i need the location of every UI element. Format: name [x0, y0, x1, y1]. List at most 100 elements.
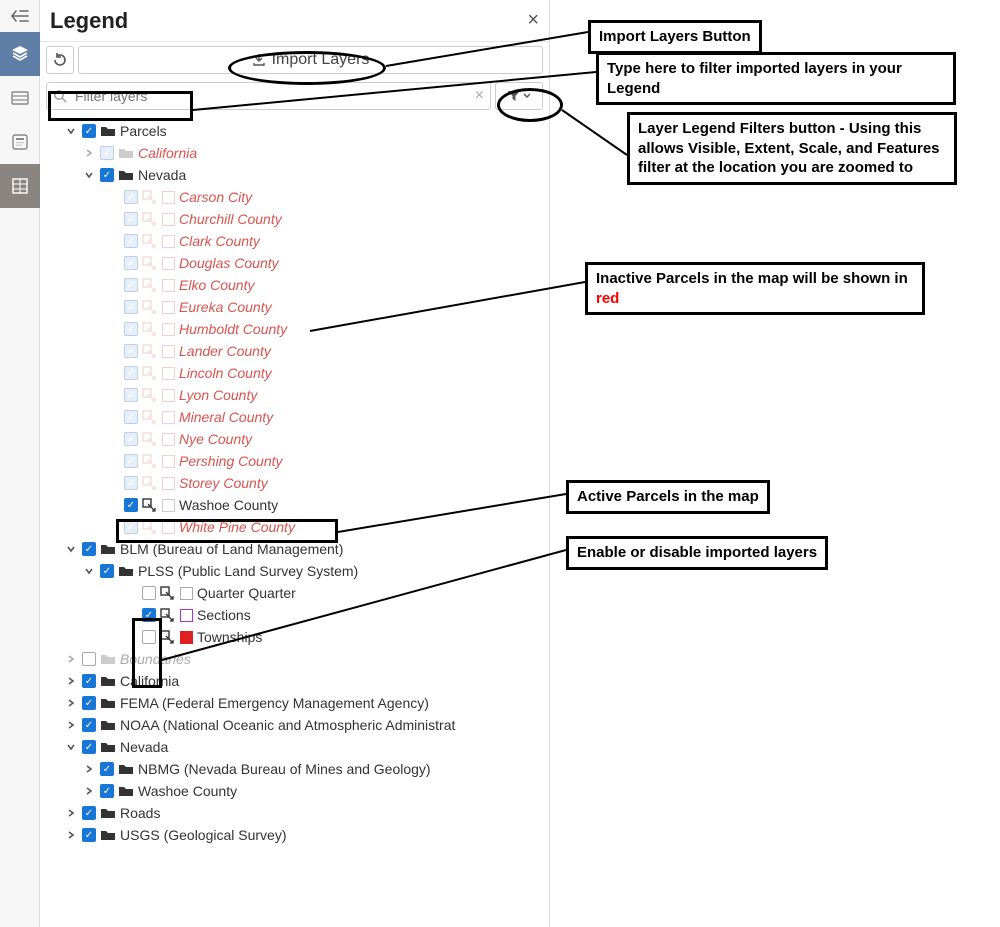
checkbox[interactable]: ✓	[124, 520, 138, 534]
chevron-right-icon[interactable]	[82, 786, 96, 796]
tree-county-inactive[interactable]: ✓Storey County	[42, 472, 545, 494]
checkbox[interactable]: ✓	[82, 124, 96, 138]
layers-icon-button[interactable]	[0, 32, 40, 76]
tree-county-inactive[interactable]: ✓Churchill County	[42, 208, 545, 230]
select-icon[interactable]	[142, 498, 158, 512]
tree-county-inactive[interactable]: ✓Nye County	[42, 428, 545, 450]
select-icon[interactable]	[142, 476, 158, 490]
chevron-down-icon[interactable]	[64, 544, 78, 554]
tree-plss[interactable]: ✓ PLSS (Public Land Survey System)	[42, 560, 545, 582]
tree-usgs[interactable]: ✓USGS (Geological Survey)	[42, 824, 545, 846]
tree-quarter[interactable]: Quarter Quarter	[42, 582, 545, 604]
select-icon[interactable]	[142, 344, 158, 358]
select-icon[interactable]	[160, 608, 176, 622]
select-icon[interactable]	[142, 410, 158, 424]
checkbox[interactable]	[142, 586, 156, 600]
checkbox[interactable]: ✓	[82, 674, 96, 688]
select-icon[interactable]	[142, 234, 158, 248]
checkbox[interactable]: ✓	[82, 718, 96, 732]
checkbox[interactable]: ✓	[124, 278, 138, 292]
table-icon-button[interactable]	[0, 76, 40, 120]
tree-roads[interactable]: ✓Roads	[42, 802, 545, 824]
chevron-down-icon[interactable]	[82, 170, 96, 180]
filter-layers-input[interactable]	[73, 87, 469, 105]
tree-parcels-nevada[interactable]: ✓ Nevada	[42, 164, 545, 186]
tree-county-inactive[interactable]: ✓Douglas County	[42, 252, 545, 274]
select-icon[interactable]	[142, 212, 158, 226]
select-icon[interactable]	[142, 454, 158, 468]
checkbox[interactable]: ✓	[124, 366, 138, 380]
chevron-right-icon[interactable]	[64, 654, 78, 664]
select-icon[interactable]	[142, 300, 158, 314]
tree-county-inactive[interactable]: ✓Eureka County	[42, 296, 545, 318]
chevron-right-icon[interactable]	[64, 720, 78, 730]
filter-funnel-button[interactable]	[495, 82, 543, 110]
collapse-icon[interactable]	[0, 0, 40, 32]
tree-county-inactive[interactable]: ✓Humboldt County	[42, 318, 545, 340]
chevron-right-icon[interactable]	[64, 808, 78, 818]
tree-fema[interactable]: ✓FEMA (Federal Emergency Management Agen…	[42, 692, 545, 714]
tree-white-pine[interactable]: ✓ White Pine County	[42, 516, 545, 538]
tree-boundaries[interactable]: Boundaries	[42, 648, 545, 670]
reset-button[interactable]	[46, 46, 74, 74]
tree-sections[interactable]: ✓ Sections	[42, 604, 545, 626]
checkbox[interactable]: ✓	[124, 498, 138, 512]
tree-county-inactive[interactable]: ✓Clark County	[42, 230, 545, 252]
tree-nbmg[interactable]: ✓NBMG (Nevada Bureau of Mines and Geolog…	[42, 758, 545, 780]
tree-parcels[interactable]: ✓ Parcels	[42, 120, 545, 142]
tree-county-inactive[interactable]: ✓Lyon County	[42, 384, 545, 406]
checkbox[interactable]: ✓	[100, 146, 114, 160]
chevron-right-icon[interactable]	[64, 676, 78, 686]
checkbox[interactable]: ✓	[124, 454, 138, 468]
checkbox[interactable]: ✓	[100, 784, 114, 798]
checkbox[interactable]: ✓	[100, 762, 114, 776]
select-icon[interactable]	[160, 586, 176, 600]
select-icon[interactable]	[160, 630, 176, 644]
chevron-right-icon[interactable]	[64, 698, 78, 708]
select-icon[interactable]	[142, 322, 158, 336]
close-icon[interactable]: ×	[527, 9, 539, 32]
checkbox[interactable]: ✓	[124, 190, 138, 204]
checkbox[interactable]: ✓	[124, 476, 138, 490]
chevron-right-icon[interactable]	[82, 764, 96, 774]
grid-icon-button[interactable]	[0, 164, 40, 208]
chevron-right-icon[interactable]	[64, 830, 78, 840]
checkbox[interactable]: ✓	[124, 388, 138, 402]
tree-blm[interactable]: ✓ BLM (Bureau of Land Management)	[42, 538, 545, 560]
import-layers-button[interactable]: Import Layers	[78, 46, 543, 74]
select-icon[interactable]	[142, 256, 158, 270]
chevron-down-icon[interactable]	[64, 742, 78, 752]
checkbox[interactable]: ✓	[124, 234, 138, 248]
select-icon[interactable]	[142, 366, 158, 380]
select-icon[interactable]	[142, 520, 158, 534]
tree-washoe2[interactable]: ✓Washoe County	[42, 780, 545, 802]
checkbox[interactable]: ✓	[100, 564, 114, 578]
tree-noaa[interactable]: ✓NOAA (National Oceanic and Atmospheric …	[42, 714, 545, 736]
select-icon[interactable]	[142, 432, 158, 446]
tree-california2[interactable]: ✓California	[42, 670, 545, 692]
tree-county-inactive[interactable]: ✓Carson City	[42, 186, 545, 208]
tree-county-inactive[interactable]: ✓Mineral County	[42, 406, 545, 428]
select-icon[interactable]	[142, 190, 158, 204]
checkbox[interactable]: ✓	[82, 740, 96, 754]
info-icon-button[interactable]	[0, 120, 40, 164]
checkbox[interactable]: ✓	[82, 696, 96, 710]
tree-nevada2[interactable]: ✓Nevada	[42, 736, 545, 758]
checkbox[interactable]: ✓	[100, 168, 114, 182]
checkbox[interactable]: ✓	[82, 542, 96, 556]
tree-county-inactive[interactable]: ✓Lander County	[42, 340, 545, 362]
tree-county-inactive[interactable]: ✓Lincoln County	[42, 362, 545, 384]
chevron-down-icon[interactable]	[64, 126, 78, 136]
checkbox[interactable]	[82, 652, 96, 666]
select-icon[interactable]	[142, 278, 158, 292]
tree-townships[interactable]: Townships	[42, 626, 545, 648]
checkbox[interactable]: ✓	[124, 212, 138, 226]
chevron-down-icon[interactable]	[82, 566, 96, 576]
checkbox[interactable]: ✓	[124, 256, 138, 270]
checkbox[interactable]: ✓	[124, 432, 138, 446]
checkbox[interactable]: ✓	[142, 608, 156, 622]
select-icon[interactable]	[142, 388, 158, 402]
tree-washoe-county[interactable]: ✓ Washoe County	[42, 494, 545, 516]
checkbox[interactable]	[142, 630, 156, 644]
clear-filter-icon[interactable]: ×	[475, 87, 484, 105]
